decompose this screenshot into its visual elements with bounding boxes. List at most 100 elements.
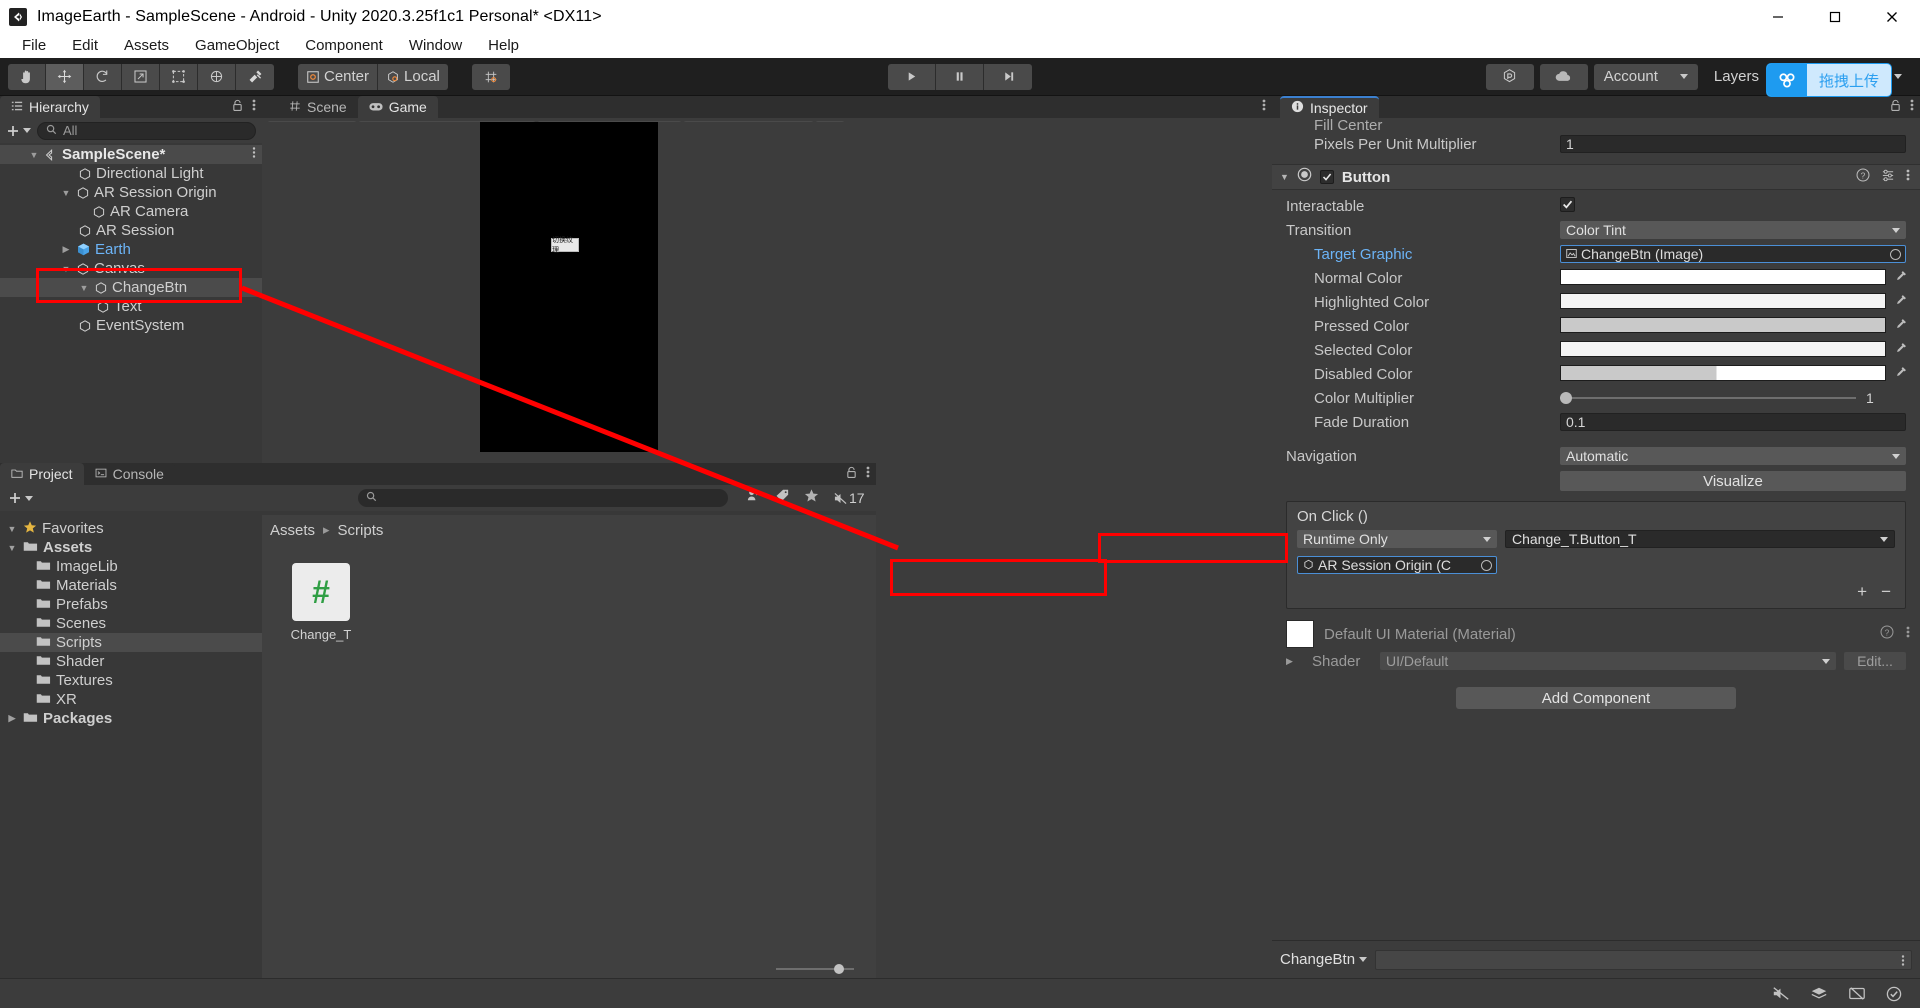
tab-project[interactable]: Project [0,463,84,485]
hierarchy-item-samplescene[interactable]: ▼ SampleScene* [0,145,262,164]
chevron-down-icon[interactable]: ▼ [60,188,72,198]
no-preview-icon[interactable] [1848,986,1866,1001]
tab-game[interactable]: Game [357,96,438,118]
material-header[interactable]: Default UI Material (Material) ? [1272,619,1920,649]
hierarchy-item-earth[interactable]: ▶ Earth [0,240,262,259]
fade-duration-field[interactable]: 0.1 [1560,413,1906,431]
asset-item-change-t[interactable]: # Change_T [286,563,356,642]
chevron-right-icon[interactable]: ▶ [6,713,18,724]
custom-editor-tool-button[interactable] [236,63,274,90]
preset-icon[interactable] [1881,168,1895,187]
help-icon[interactable]: ? [1880,625,1894,644]
chevron-down-icon[interactable]: ▼ [6,524,18,534]
project-item-favorites[interactable]: ▼ Favorites [0,519,262,538]
visualize-button[interactable]: Visualize [1560,471,1906,491]
project-zoom-slider[interactable] [776,964,854,974]
interactable-checkbox[interactable] [1560,197,1575,212]
eyedropper-icon[interactable] [1893,317,1908,336]
inspector-footer-object[interactable]: ChangeBtn [1280,951,1368,968]
muted-icon[interactable]: 17 [833,490,865,506]
add-component-button[interactable]: Add Component [1456,687,1736,709]
selected-color-swatch[interactable] [1560,341,1886,357]
rect-tool-button[interactable] [160,63,198,90]
tab-scene[interactable]: Scene [278,96,358,118]
eyedropper-icon[interactable] [1893,365,1908,384]
kebab-icon[interactable] [1901,954,1905,972]
hand-tool-button[interactable] [8,63,46,90]
kebab-icon[interactable] [1906,625,1910,644]
shader-edit-button[interactable]: Edit... [1844,652,1906,670]
tab-console[interactable]: Console [83,463,175,485]
selected-color-field[interactable] [1560,341,1906,359]
hierarchy-add-button[interactable] [6,124,31,138]
maximize-button[interactable] [1806,0,1863,33]
color-multiplier-track[interactable] [1560,392,1856,404]
pressed-color-swatch[interactable] [1560,317,1886,333]
kebab-icon[interactable] [252,98,256,112]
hierarchy-item-ar-camera[interactable]: AR Camera [0,202,262,221]
disabled-color-field[interactable] [1560,365,1906,383]
project-item-scenes[interactable]: Scenes [0,614,262,633]
shader-dropdown[interactable]: UI/Default [1380,652,1836,670]
object-picker-icon[interactable] [1481,559,1492,571]
help-icon[interactable]: ? [1856,168,1870,187]
favorite-filter-icon[interactable] [804,488,819,508]
target-graphic-objectfield[interactable]: ChangeBtn (Image) [1560,245,1906,263]
kebab-icon[interactable] [1262,98,1266,112]
button-enabled-checkbox[interactable] [1319,170,1334,184]
pivot-rotation-button[interactable]: Local [378,63,448,90]
check-status-icon[interactable] [1886,986,1902,1002]
menu-window[interactable]: Window [396,35,475,56]
game-changebtn-preview[interactable]: 切换纹理 [551,237,579,254]
menu-assets[interactable]: Assets [111,35,182,56]
menu-component[interactable]: Component [292,35,396,56]
transition-dropdown[interactable]: Color Tint [1560,221,1906,239]
chevron-down-icon[interactable]: ▼ [6,543,18,553]
type-filter-icon[interactable] [746,488,761,508]
project-item-xr[interactable]: XR [0,690,262,709]
color-multiplier-knob[interactable] [1560,392,1572,404]
hierarchy-item-ar-session[interactable]: AR Session [0,221,262,240]
menu-gameobject[interactable]: GameObject [182,35,292,56]
chevron-right-icon[interactable]: ▶ [60,244,72,255]
lock-icon[interactable] [1890,99,1901,112]
project-search-input[interactable] [358,489,728,507]
button-component-header[interactable]: ▼ Button ? [1272,164,1920,190]
kebab-icon[interactable] [1906,168,1910,187]
label-filter-icon[interactable] [775,488,790,508]
menu-file[interactable]: File [9,35,59,56]
tab-inspector[interactable]: Inspector [1280,96,1379,118]
project-zoom-knob[interactable] [834,964,844,974]
project-item-materials[interactable]: Materials [0,576,262,595]
grid-snap-icon[interactable] [471,63,510,90]
account-dropdown[interactable]: Account [1593,63,1698,90]
project-item-packages[interactable]: ▶ Packages [0,709,262,728]
layers-status-icon[interactable] [1810,986,1828,1001]
mute-icon[interactable] [1772,986,1790,1001]
eyedropper-icon[interactable] [1893,293,1908,312]
project-item-imagelib[interactable]: ImageLib [0,557,262,576]
project-add-button[interactable] [8,491,33,505]
transform-tool-button[interactable] [198,63,236,90]
on-click-remove-button[interactable]: − [1881,582,1891,602]
kebab-icon[interactable] [252,146,256,163]
project-item-scripts[interactable]: Scripts [0,633,262,652]
inspector-footer-bar[interactable] [1375,949,1912,972]
kebab-icon[interactable] [1910,98,1914,112]
object-picker-icon[interactable] [1890,248,1901,260]
shader-field[interactable]: UI/Default Edit... [1380,652,1906,670]
on-click-function-dropdown[interactable]: Change_T.Button_T [1505,530,1895,548]
highlighted-color-swatch[interactable] [1560,293,1886,309]
hierarchy-item-text[interactable]: Text [0,297,262,316]
project-item-shader[interactable]: Shader [0,652,262,671]
project-item-assets[interactable]: ▼ Assets [0,538,262,557]
eyedropper-icon[interactable] [1893,269,1908,288]
hierarchy-item-canvas[interactable]: ▼ Canvas [0,259,262,278]
project-content-area[interactable]: Assets ▸ Scripts # Change_T [262,515,876,978]
chevron-down-icon[interactable]: ▼ [1280,172,1289,182]
tab-hierarchy[interactable]: Hierarchy [0,96,100,118]
menu-edit[interactable]: Edit [59,35,111,56]
lock-icon[interactable] [846,466,857,479]
close-button[interactable] [1863,0,1920,33]
color-multiplier-field[interactable]: 1 [1560,389,1906,407]
